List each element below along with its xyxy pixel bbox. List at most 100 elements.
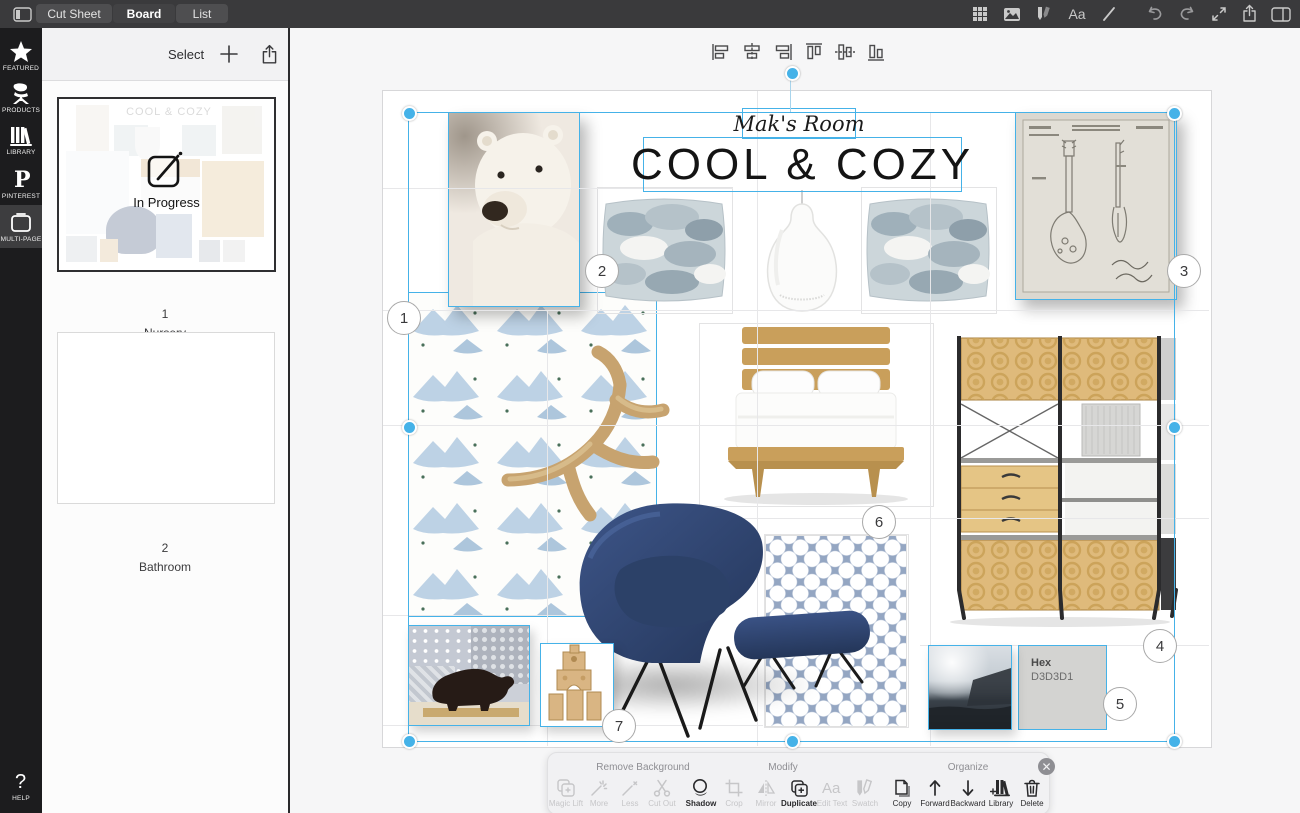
undo-button[interactable]: [1143, 5, 1167, 23]
more-button[interactable]: More: [582, 778, 616, 808]
selection-handle-top-left[interactable]: [402, 106, 417, 121]
tab-cut-sheet-label: Cut Sheet: [47, 7, 100, 21]
less-button[interactable]: Less: [613, 778, 647, 808]
selection-handle-bottom-left[interactable]: [402, 734, 417, 749]
selection-handle-top-right[interactable]: [1167, 106, 1182, 121]
icon-rail: FEATURED PRODUCTS LIBRARY P PINTEREST MU…: [0, 28, 42, 813]
sidebar-item-help[interactable]: ? HELP: [0, 763, 42, 807]
pages-panel-header: Select: [42, 28, 288, 81]
context-toolbar: Remove Background Modify Organize ✕ Magi…: [547, 752, 1050, 813]
draw-icon: [1101, 6, 1117, 22]
rail-label-pinterest: PINTEREST: [2, 193, 40, 200]
question-icon: ?: [10, 769, 32, 793]
panel-toggle-icon: [1271, 7, 1291, 22]
sidebar-toggle-button[interactable]: [10, 5, 34, 23]
selection-rectangle[interactable]: [408, 112, 1175, 742]
item-badge-1: 1: [387, 301, 421, 335]
redo-button[interactable]: [1175, 5, 1199, 23]
sidebar-item-library[interactable]: LIBRARY: [0, 119, 42, 161]
section-title-remove-background: Remove Background: [578, 762, 708, 773]
app-window: Cut Sheet Board List Aa: [0, 0, 1300, 813]
magic-lift-button[interactable]: Magic Lift: [549, 778, 583, 808]
text-tool-button[interactable]: Aa: [1064, 4, 1090, 23]
scissors-icon: [652, 778, 672, 798]
page-status: In Progress: [59, 195, 274, 210]
selection-handle-bottom-right[interactable]: [1167, 734, 1182, 749]
page-number: 1: [42, 307, 288, 321]
plus-icon: [219, 44, 239, 64]
svg-text:Aa: Aa: [822, 780, 841, 797]
delete-button[interactable]: Delete: [1015, 778, 1049, 808]
sidebar-item-products[interactable]: PRODUCTS: [0, 77, 42, 119]
swatch-tool-button[interactable]: Swatch: [848, 778, 882, 808]
align-top-button[interactable]: [803, 40, 825, 64]
wand-less-icon: [620, 778, 640, 798]
copy-icon: [892, 778, 912, 798]
tab-cut-sheet[interactable]: Cut Sheet: [36, 4, 112, 23]
close-toolbar-button[interactable]: ✕: [1038, 758, 1055, 775]
edit-text-button[interactable]: Aa Edit Text: [815, 778, 849, 808]
draw-button[interactable]: [1097, 5, 1121, 23]
forward-button[interactable]: Forward: [918, 778, 952, 808]
page-number: 2: [42, 541, 288, 555]
swatch-button[interactable]: [1032, 4, 1056, 23]
selection-handle-mid-right[interactable]: [1167, 420, 1182, 435]
backward-button[interactable]: Backward: [951, 778, 985, 808]
close-icon: ✕: [1041, 761, 1051, 773]
align-center-vertical-icon: [835, 43, 855, 61]
fullscreen-icon: [1211, 6, 1227, 22]
share-icon: [261, 44, 278, 65]
shadow-button[interactable]: Shadow: [684, 778, 718, 808]
swatch-icon: [1036, 5, 1053, 22]
select-button[interactable]: Select: [168, 47, 204, 62]
selection-handle-mid-left[interactable]: [402, 420, 417, 435]
sidebar-item-multi-page[interactable]: MULTI-PAGE: [0, 205, 42, 248]
export-page-button[interactable]: [254, 37, 284, 71]
mirror-button[interactable]: Mirror: [749, 778, 783, 808]
sidebar-item-featured[interactable]: FEATURED: [0, 34, 42, 77]
library-add-button[interactable]: Library: [984, 778, 1018, 808]
tab-list-label: List: [193, 7, 212, 21]
item-badge-6: 6: [862, 505, 896, 539]
align-left-button[interactable]: [710, 40, 732, 64]
rotate-stem: [790, 77, 791, 112]
cut-out-button[interactable]: Cut Out: [645, 778, 679, 808]
rail-label-products: PRODUCTS: [2, 107, 40, 114]
pages-icon: [9, 211, 33, 234]
grid-icon: [972, 6, 988, 22]
section-title-organize: Organize: [928, 762, 1008, 773]
item-badge-7: 7: [602, 709, 636, 743]
align-right-button[interactable]: [772, 40, 794, 64]
trash-icon: [1022, 778, 1042, 798]
share-button[interactable]: [1237, 3, 1261, 24]
align-bottom-button[interactable]: [865, 40, 887, 64]
page-thumbnail-nursery[interactable]: COOL & COZY In Progress: [57, 97, 276, 272]
duplicate-button[interactable]: Duplicate: [782, 778, 816, 808]
add-page-button[interactable]: [214, 37, 244, 71]
fullscreen-button[interactable]: [1207, 4, 1231, 23]
grid-button[interactable]: [968, 5, 992, 23]
tab-list[interactable]: List: [176, 4, 228, 23]
image-button[interactable]: [1000, 5, 1024, 23]
sidebar-item-pinterest[interactable]: P PINTEREST: [0, 161, 42, 205]
image-icon: [1003, 7, 1021, 22]
edit-page-icon: [145, 149, 187, 191]
align-right-icon: [773, 43, 793, 61]
edit-text-icon: Aa: [820, 778, 844, 798]
rail-label-library: LIBRARY: [6, 149, 35, 156]
panel-toggle-button[interactable]: [1268, 5, 1294, 23]
item-badge-5: 5: [1103, 687, 1137, 721]
crop-icon: [724, 778, 744, 798]
align-center-horizontal-button[interactable]: [741, 40, 763, 64]
crop-button[interactable]: Crop: [717, 778, 751, 808]
copy-button[interactable]: Copy: [885, 778, 919, 808]
tab-board[interactable]: Board: [113, 4, 175, 23]
magic-lift-icon: [556, 778, 576, 798]
page-name: Bathroom: [42, 560, 288, 574]
page-thumbnail-bathroom[interactable]: [57, 332, 275, 504]
align-center-vertical-button[interactable]: [834, 40, 856, 64]
rotate-handle[interactable]: [785, 66, 800, 81]
svg-text:?: ?: [15, 771, 26, 793]
item-badge-4: 4: [1143, 629, 1177, 663]
selection-handle-bottom-center[interactable]: [785, 734, 800, 749]
